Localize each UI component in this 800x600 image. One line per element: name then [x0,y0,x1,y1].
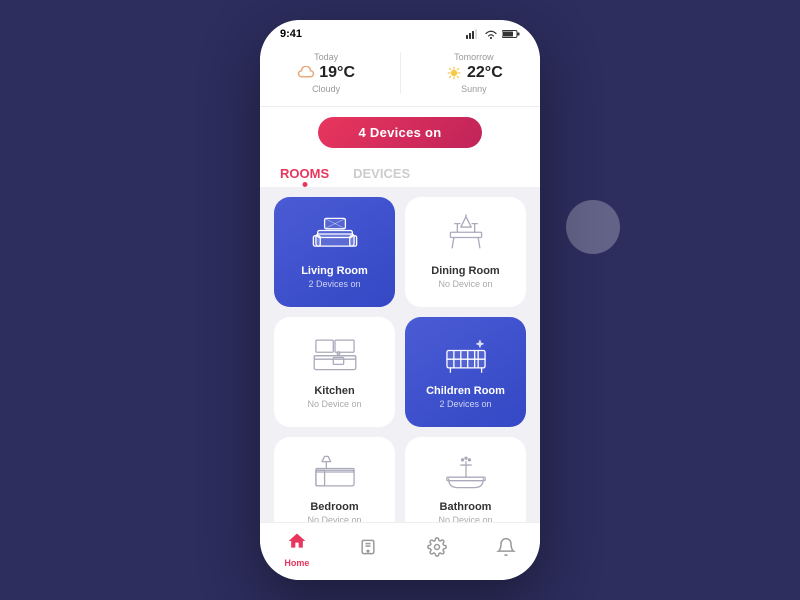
nav-devices[interactable] [358,537,378,562]
bottom-nav: Home [260,522,540,580]
room-card-children-room[interactable]: ✦ Children Room 2 Devices on [405,317,526,427]
status-bar: 9:41 [260,20,540,44]
tabs-container: ROOMS DEVICES [260,158,540,187]
room-card-kitchen[interactable]: Kitchen No Device on [274,317,395,427]
status-icons [466,29,520,39]
sun-icon [445,66,463,80]
tomorrow-temp: 22°C [445,64,503,82]
kitchen-name: Kitchen [314,385,354,397]
tomorrow-desc: Sunny [445,84,503,94]
nav-settings[interactable] [427,537,447,562]
dining-room-status: No Device on [438,279,492,289]
signal-icon [466,29,480,39]
nav-home[interactable]: Home [284,531,309,568]
battery-icon [502,29,520,39]
bathroom-icon [436,449,496,495]
today-temp: 19°C [297,64,355,82]
living-room-icon [305,209,365,259]
today-desc: Cloudy [297,84,355,94]
living-room-name: Living Room [301,265,368,277]
devices-on-button[interactable]: 4 Devices on [318,117,481,148]
weather-today: Today 19°C Cloudy [297,52,355,94]
devices-btn-container: 4 Devices on [260,107,540,158]
weather-bar: Today 19°C Cloudy Tomorrow [260,44,540,107]
settings-icon [427,537,447,562]
bell-icon [496,537,516,562]
bathroom-name: Bathroom [440,501,492,513]
tab-devices[interactable]: DEVICES [353,158,410,187]
time-display: 9:41 [280,28,302,40]
room-card-living-room[interactable]: Living Room 2 Devices on [274,197,395,307]
children-room-status: 2 Devices on [439,399,491,409]
decorative-circle [566,200,620,254]
device-icon [358,537,378,562]
svg-text:✦: ✦ [476,339,484,349]
living-room-status: 2 Devices on [308,279,360,289]
home-label: Home [284,558,309,568]
rooms-grid: Living Room 2 Devices on [260,187,540,547]
children-room-name: Children Room [426,385,505,397]
dining-room-icon [436,209,496,259]
phone-frame: 9:41 To [260,20,540,580]
tomorrow-label: Tomorrow [445,52,503,62]
bedroom-icon [305,449,365,495]
today-label: Today [297,52,355,62]
nav-notifications[interactable] [496,537,516,562]
cloud-icon [297,66,315,80]
room-card-dining-room[interactable]: Dining Room No Device on [405,197,526,307]
dining-room-name: Dining Room [431,265,499,277]
kitchen-status: No Device on [307,399,361,409]
home-icon [287,531,307,556]
children-room-icon: ✦ [436,329,496,379]
bedroom-name: Bedroom [310,501,358,513]
kitchen-icon [305,329,365,379]
wifi-icon [484,29,498,39]
tab-rooms[interactable]: ROOMS [280,158,329,187]
weather-tomorrow: Tomorrow 22°C Sunny [445,52,503,94]
